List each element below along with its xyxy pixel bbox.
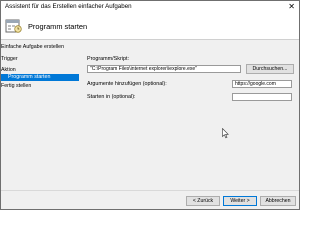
next-button[interactable]: Weiter > (223, 196, 257, 206)
startin-label: Starten in (optional): (87, 94, 136, 100)
browse-button[interactable]: Durchsuchen... (246, 64, 294, 74)
footer-divider (1, 190, 299, 191)
step-einfache-aufgabe[interactable]: Einfache Aufgabe erstellen (1, 44, 79, 51)
wizard-steps: Einfache Aufgabe erstellen Trigger Aktio… (1, 42, 79, 182)
cancel-button[interactable]: Abbrechen (260, 196, 296, 206)
close-icon[interactable]: ✕ (288, 2, 295, 12)
args-label: Argumente hinzufügen (optional): (87, 81, 167, 87)
program-label: Programm/Skript: (87, 56, 129, 62)
wizard-window: Assistent für das Erstellen einfacher Au… (0, 0, 300, 210)
task-wizard-icon (5, 19, 22, 33)
window-title: Assistent für das Erstellen einfacher Au… (5, 3, 132, 10)
program-field[interactable]: "C:\Program Files\internet explorer\iexp… (87, 65, 241, 73)
step-aktion[interactable]: Aktion (1, 67, 79, 74)
page-title: Programm starten (28, 22, 88, 31)
wizard-header: Programm starten (1, 14, 299, 40)
mouse-cursor-icon (222, 128, 229, 139)
step-programm-starten[interactable]: Programm starten (1, 74, 79, 81)
args-field[interactable]: https://google.com (232, 80, 292, 88)
title-bar: Assistent für das Erstellen einfacher Au… (1, 1, 299, 14)
startin-field[interactable] (232, 93, 292, 101)
back-button[interactable]: < Zurück (186, 196, 220, 206)
step-fertig-stellen[interactable]: Fertig stellen (1, 83, 79, 90)
step-trigger[interactable]: Trigger (1, 56, 79, 63)
